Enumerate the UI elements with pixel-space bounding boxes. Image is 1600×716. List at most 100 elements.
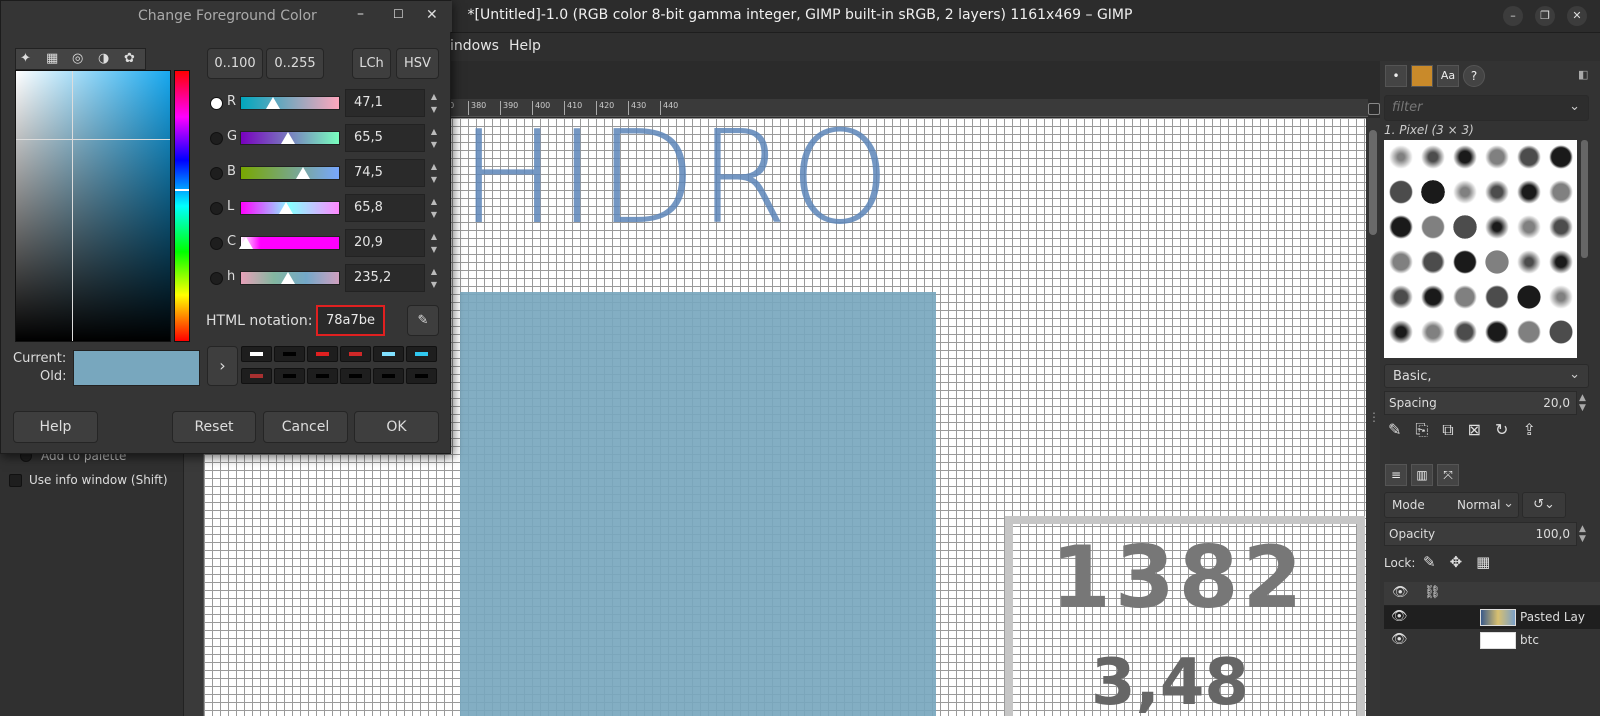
layer-mode-select[interactable]: Mode Normal ⌄: [1384, 492, 1519, 518]
brush-preset-item[interactable]: [1549, 320, 1573, 344]
help-button[interactable]: Help: [13, 411, 98, 443]
slider-knob[interactable]: [281, 132, 295, 144]
brush-preset-item[interactable]: [1421, 320, 1445, 344]
brush-preset-item[interactable]: [1517, 320, 1541, 344]
minimize-button[interactable]: –: [1503, 6, 1523, 26]
menu-help[interactable]: Help: [509, 38, 541, 54]
history-swatch[interactable]: [340, 346, 371, 362]
brush-grid[interactable]: [1384, 140, 1577, 358]
lch-button[interactable]: LCh: [352, 48, 391, 79]
dialog-minimize-icon[interactable]: –: [357, 6, 364, 22]
wheel-selector-icon[interactable]: ◑: [98, 51, 109, 66]
close-button[interactable]: ✕: [1567, 6, 1587, 26]
channel-stepper[interactable]: ▲ ▼: [427, 195, 441, 221]
brush-preset-item[interactable]: [1453, 215, 1477, 239]
channel-radio[interactable]: [210, 97, 223, 110]
add-to-history-arrow-icon[interactable]: ›: [207, 346, 238, 386]
brush-preset-item[interactable]: [1485, 145, 1509, 169]
opacity-slider[interactable]: Opacity 100,0: [1384, 522, 1577, 546]
hsv-button[interactable]: HSV: [396, 48, 439, 79]
channel-value-input[interactable]: 47,1: [345, 89, 425, 117]
color-picker-icon[interactable]: ✎: [407, 305, 439, 336]
brush-preset-item[interactable]: [1389, 320, 1413, 344]
channel-radio[interactable]: [210, 237, 223, 250]
slider-knob[interactable]: [279, 202, 293, 214]
brush-preset-item[interactable]: [1485, 320, 1509, 344]
brush-preset-item[interactable]: [1517, 215, 1541, 239]
history-swatch[interactable]: [241, 346, 272, 362]
use-info-window-checkbox[interactable]: [9, 474, 22, 487]
channel-radio[interactable]: [210, 202, 223, 215]
channel-slider[interactable]: [240, 201, 340, 215]
history-swatch[interactable]: [340, 368, 371, 384]
brush-preset-item[interactable]: [1453, 180, 1477, 204]
spacing-stepper[interactable]: ▲ ▼: [1579, 393, 1586, 413]
brush-preset-item[interactable]: [1389, 145, 1413, 169]
brush-preset-item[interactable]: [1517, 145, 1541, 169]
brush-preset-item[interactable]: [1421, 215, 1445, 239]
brush-preset-item[interactable]: [1453, 285, 1477, 309]
brush-scrollbar[interactable]: [1581, 140, 1588, 258]
channel-stepper[interactable]: ▲ ▼: [427, 125, 441, 151]
layer-row[interactable]: 👁 btc: [1384, 629, 1600, 652]
brush-preset-item[interactable]: [1549, 250, 1573, 274]
eye-icon[interactable]: 👁: [1391, 609, 1408, 624]
channel-value-input[interactable]: 74,5: [345, 159, 425, 187]
range-0-100-button[interactable]: 0..100: [207, 48, 263, 79]
brushes-tab-icon[interactable]: •: [1385, 65, 1407, 87]
reset-button[interactable]: Reset: [172, 411, 256, 443]
hue-strip[interactable]: [174, 70, 190, 342]
chevron-down-icon[interactable]: ⌄: [1569, 367, 1580, 382]
spacing-slider[interactable]: Spacing 20,0: [1384, 391, 1577, 415]
paths-tab-icon[interactable]: ⤧: [1437, 464, 1459, 486]
brush-preset-item[interactable]: [1389, 180, 1413, 204]
dock-resize-handle[interactable]: ⋮: [1368, 410, 1380, 424]
history-swatch[interactable]: [406, 368, 437, 384]
brush-preset-item[interactable]: [1549, 215, 1573, 239]
range-0-255-button[interactable]: 0..255: [266, 48, 324, 79]
watercolor-selector-icon[interactable]: ◎: [72, 51, 83, 66]
brush-filter-input[interactable]: filter ⌄: [1384, 95, 1589, 121]
channel-stepper[interactable]: ▲ ▼: [427, 160, 441, 186]
zoom-navigate-icon[interactable]: [1368, 103, 1380, 115]
history-swatch[interactable]: [373, 346, 404, 362]
brush-preset-item[interactable]: [1389, 285, 1413, 309]
layer-row[interactable]: 👁 Pasted Lay: [1384, 606, 1600, 629]
slider-knob[interactable]: [281, 272, 295, 284]
fonts-tab-icon[interactable]: Aa: [1437, 65, 1459, 87]
color-plane[interactable]: [15, 70, 171, 342]
brush-preset-item[interactable]: [1389, 250, 1413, 274]
brush-preset-item[interactable]: [1453, 145, 1477, 169]
history-swatch[interactable]: [307, 368, 338, 384]
brush-preset-item[interactable]: [1549, 180, 1573, 204]
channel-radio[interactable]: [210, 272, 223, 285]
channel-slider[interactable]: [240, 96, 340, 110]
opacity-stepper[interactable]: ▲ ▼: [1579, 524, 1586, 544]
patterns-tab-icon[interactable]: [1411, 65, 1433, 87]
channel-slider[interactable]: [240, 131, 340, 145]
history-swatch[interactable]: [274, 368, 305, 384]
channel-slider[interactable]: [239, 236, 340, 250]
help-tab-icon[interactable]: ?: [1463, 65, 1485, 87]
slider-knob[interactable]: [296, 167, 310, 179]
channel-stepper[interactable]: ▲ ▼: [427, 230, 441, 256]
channel-value-input[interactable]: 235,2: [345, 264, 425, 292]
brush-preset-item[interactable]: [1485, 250, 1509, 274]
cancel-button[interactable]: Cancel: [263, 411, 348, 443]
brush-preset-item[interactable]: [1549, 285, 1573, 309]
eye-icon[interactable]: 👁: [1391, 632, 1408, 647]
dock-menu-icon[interactable]: ◧: [1578, 68, 1588, 81]
channel-slider[interactable]: [240, 271, 340, 285]
brush-preset-item[interactable]: [1485, 180, 1509, 204]
lock-icons[interactable]: ✎✥▦: [1423, 553, 1504, 571]
brush-preset-item[interactable]: [1517, 250, 1541, 274]
channel-value-input[interactable]: 65,8: [345, 194, 425, 222]
dialog-close-icon[interactable]: ✕: [426, 7, 438, 23]
brush-preset-item[interactable]: [1421, 250, 1445, 274]
layers-tab-icon[interactable]: ≡: [1385, 464, 1407, 486]
chevron-down-icon[interactable]: ⌄: [1503, 496, 1514, 511]
gimp-selector-icon[interactable]: ✦: [20, 51, 31, 66]
brush-preset-item[interactable]: [1389, 215, 1413, 239]
history-swatch[interactable]: [406, 346, 437, 362]
brush-preset-item[interactable]: [1485, 285, 1509, 309]
